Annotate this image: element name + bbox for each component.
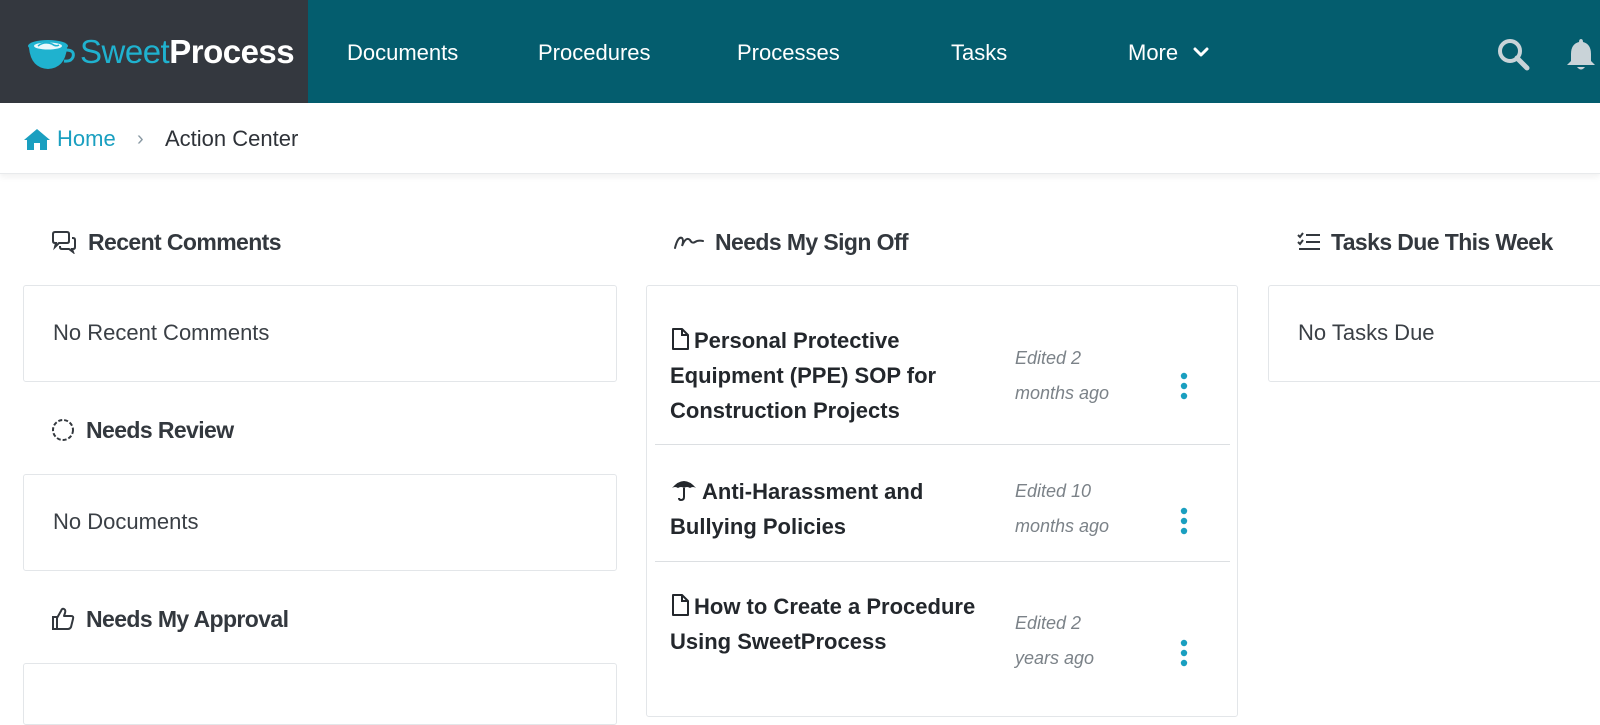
document-icon	[672, 594, 689, 616]
brand-name-part1: Sweet	[80, 33, 170, 70]
recent-comments-heading: Recent Comments	[50, 226, 282, 258]
more-options-icon[interactable]	[1178, 638, 1190, 668]
edited-line-1: Edited 2	[1015, 613, 1082, 633]
signature-icon	[674, 236, 704, 249]
cup-logo-icon	[28, 40, 75, 69]
needs-approval-card	[23, 663, 617, 725]
document-title[interactable]: Personal Protective Equipment (PPE) SOP …	[670, 323, 990, 428]
needs-approval-heading: Needs My Approval	[50, 603, 289, 635]
tasks-due-heading: Tasks Due This Week	[1297, 226, 1553, 258]
sign-off-card: Personal Protective Equipment (PPE) SOP …	[646, 285, 1238, 717]
recent-comments-card: No Recent Comments	[23, 285, 617, 382]
needs-review-heading: Needs Review	[50, 414, 234, 446]
edited-line-2: years ago	[1015, 648, 1095, 668]
brand-name-part2: Process	[169, 33, 295, 70]
breadcrumb-separator: ›	[137, 128, 144, 150]
edited-line-2: months ago	[1015, 516, 1110, 536]
recent-comments-empty: No Recent Comments	[53, 320, 270, 345]
nav-tasks[interactable]: Tasks	[951, 38, 1007, 68]
edited-timestamp: Edited 2 months ago	[1015, 341, 1135, 411]
search-icon[interactable]	[1496, 37, 1530, 71]
brand-name: SweetProcess	[80, 32, 295, 72]
recent-comments-title: Recent Comments	[88, 228, 282, 255]
umbrella-icon	[672, 481, 696, 502]
edited-line-1: Edited 10	[1015, 481, 1092, 501]
needs-review-card: No Documents	[23, 474, 617, 571]
review-cycle-icon	[52, 419, 74, 441]
more-options-icon[interactable]	[1178, 506, 1190, 536]
list-item[interactable]: Personal Protective Equipment (PPE) SOP …	[655, 316, 1230, 445]
document-title[interactable]: How to Create a Procedure Using SweetPro…	[670, 589, 990, 659]
home-icon[interactable]	[23, 127, 51, 151]
breadcrumb-home-link[interactable]: Home	[57, 125, 116, 153]
nav-procedures[interactable]: Procedures	[538, 38, 651, 68]
document-title-text: Personal Protective Equipment (PPE) SOP …	[670, 328, 937, 423]
chevron-down-icon[interactable]	[1193, 46, 1209, 58]
document-title[interactable]: Anti-Harassment and Bullying Policies	[670, 474, 990, 544]
list-item[interactable]: How to Create a Procedure Using SweetPro…	[655, 561, 1230, 711]
edited-line-2: months ago	[1015, 383, 1110, 403]
nav-documents[interactable]: Documents	[347, 38, 458, 68]
nav-processes[interactable]: Processes	[737, 38, 840, 68]
document-title-text: Anti-Harassment and Bullying Policies	[670, 479, 924, 539]
comments-icon	[52, 231, 76, 254]
breadcrumb-current: Action Center	[165, 126, 299, 151]
edited-timestamp: Edited 10 months ago	[1015, 474, 1135, 544]
list-item[interactable]: Anti-Harassment and Bullying Policies Ed…	[655, 444, 1230, 562]
needs-review-title: Needs Review	[86, 416, 234, 443]
needs-review-empty: No Documents	[53, 509, 199, 534]
tasks-due-empty: No Tasks Due	[1298, 320, 1435, 345]
nav-more[interactable]: More	[1128, 38, 1178, 68]
bell-icon[interactable]	[1566, 37, 1596, 71]
tasks-due-title: Tasks Due This Week	[1331, 228, 1553, 255]
task-list-icon	[1297, 232, 1320, 250]
sign-off-heading: Needs My Sign Off	[673, 226, 909, 258]
thumbs-up-icon	[52, 607, 75, 630]
document-icon	[672, 328, 689, 350]
document-title-text: How to Create a Procedure Using SweetPro…	[670, 594, 976, 654]
top-navbar: SweetProcess Documents Procedures Proces…	[0, 0, 1600, 103]
sign-off-title: Needs My Sign Off	[715, 228, 909, 255]
tasks-due-card: No Tasks Due	[1268, 285, 1600, 382]
more-options-icon[interactable]	[1178, 371, 1190, 401]
brand-logo[interactable]: SweetProcess	[0, 0, 308, 103]
edited-timestamp: Edited 2 years ago	[1015, 606, 1135, 676]
breadcrumb: Home › Action Center	[0, 103, 1600, 174]
needs-approval-title: Needs My Approval	[86, 605, 289, 632]
edited-line-1: Edited 2	[1015, 348, 1082, 368]
